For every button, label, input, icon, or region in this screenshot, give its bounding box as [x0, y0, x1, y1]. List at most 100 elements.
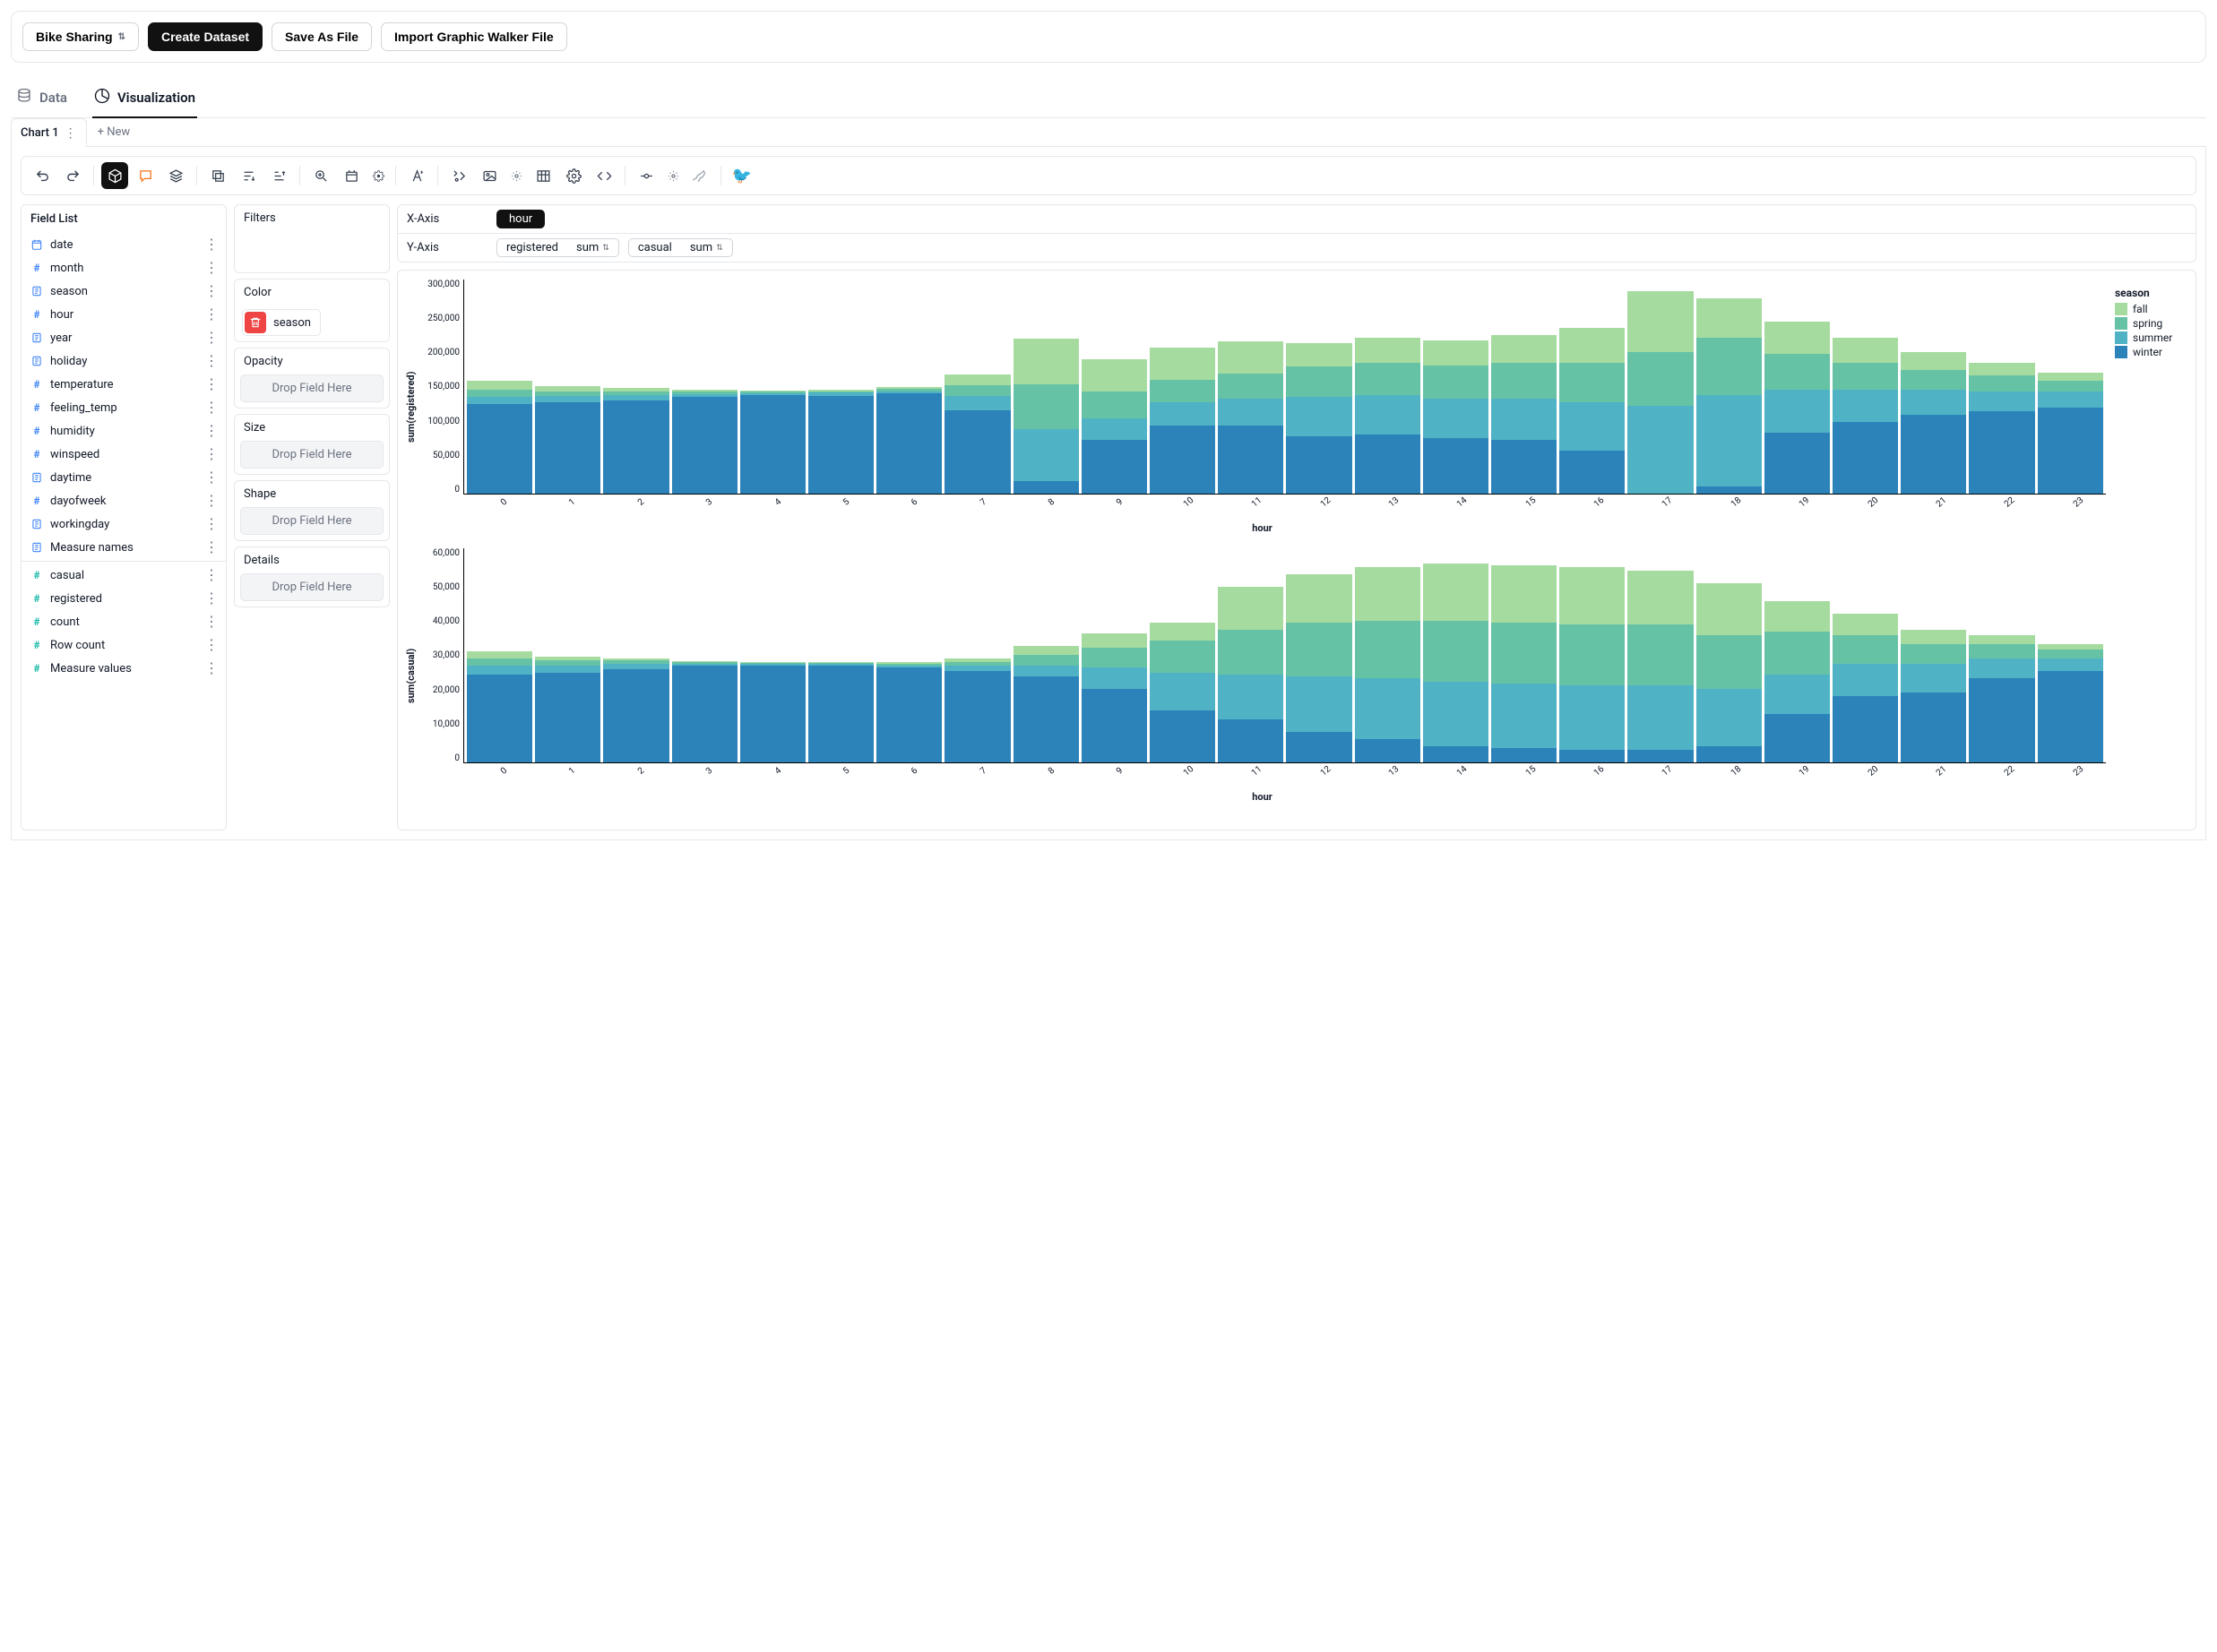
more-vertical-icon[interactable]: ⋮	[65, 127, 77, 140]
bar-segment-fall[interactable]	[1014, 339, 1079, 383]
new-chart-tab[interactable]: + New	[87, 118, 142, 146]
format-button[interactable]	[403, 162, 430, 189]
more-vertical-icon[interactable]: ⋮	[204, 540, 219, 555]
bar-segment-spring[interactable]	[1901, 644, 1966, 664]
more-vertical-icon[interactable]: ⋮	[204, 284, 219, 298]
field-row[interactable]: #Row count⋮	[22, 633, 226, 657]
bar-segment-summer[interactable]	[1764, 675, 1830, 714]
sort-asc-button[interactable]	[235, 162, 262, 189]
y-chip-casual[interactable]: casual sum⇅	[628, 238, 733, 257]
bar-segment-spring[interactable]	[2038, 650, 2103, 658]
save-as-file-button[interactable]: Save As File	[272, 22, 372, 51]
bar-segment-spring[interactable]	[1150, 641, 1215, 673]
bar-segment-spring[interactable]	[1218, 374, 1283, 399]
bar-segment-fall[interactable]	[1833, 614, 1898, 635]
bar-segment-spring[interactable]	[1082, 391, 1147, 418]
bar-segment-summer[interactable]	[1355, 678, 1420, 739]
field-row[interactable]: #hour⋮	[22, 303, 226, 326]
bar-segment-spring[interactable]	[1833, 363, 1898, 390]
bar-segment-spring[interactable]	[1014, 384, 1079, 429]
chart-tab-1[interactable]: Chart 1 ⋮	[11, 118, 87, 147]
x-axis-row[interactable]: X-Axis hour	[398, 205, 2195, 233]
bar-segment-spring[interactable]	[1969, 375, 2034, 391]
y-axis-row[interactable]: Y-Axis registered sum⇅ casual sum⇅	[398, 233, 2195, 262]
bar-segment-fall[interactable]	[1423, 564, 1488, 621]
bar-segment-fall[interactable]	[1627, 571, 1693, 624]
field-row[interactable]: workingday⋮	[22, 512, 226, 536]
bar-segment-summer[interactable]	[1286, 397, 1351, 436]
bar-segment-summer[interactable]	[1150, 402, 1215, 426]
undo-button[interactable]	[29, 162, 56, 189]
bar-segment-summer[interactable]	[1833, 664, 1898, 696]
bar-segment-fall[interactable]	[1150, 348, 1215, 380]
sort-desc-button[interactable]	[265, 162, 292, 189]
bar-segment-fall[interactable]	[1696, 583, 1762, 635]
field-row[interactable]: #registered⋮	[22, 587, 226, 610]
bar-segment-spring[interactable]	[1696, 338, 1762, 395]
bar[interactable]	[1696, 298, 1762, 494]
bar-segment-spring[interactable]	[1286, 366, 1351, 397]
filters-shelf[interactable]: Filters	[234, 204, 390, 273]
bar-segment-spring[interactable]	[1218, 630, 1283, 675]
bar-segment-fall[interactable]	[1218, 587, 1283, 630]
bar-segment-fall[interactable]	[945, 374, 1010, 385]
bar-segment-fall[interactable]	[1082, 633, 1147, 648]
bar-segment-fall[interactable]	[2038, 373, 2103, 382]
more-vertical-icon[interactable]: ⋮	[204, 354, 219, 368]
bar-segment-summer[interactable]	[1491, 399, 1557, 440]
more-vertical-icon[interactable]: ⋮	[204, 424, 219, 438]
bar[interactable]	[1559, 567, 1625, 762]
bar-segment-fall[interactable]	[1764, 322, 1830, 354]
bar-segment-summer[interactable]	[1969, 391, 2034, 411]
bar-segment-summer[interactable]	[1082, 418, 1147, 440]
bar-segment-spring[interactable]	[1355, 363, 1420, 395]
tab-data[interactable]: Data	[14, 79, 69, 118]
bar-segment-spring[interactable]	[945, 385, 1010, 396]
redo-button[interactable]	[59, 162, 86, 189]
bar-segment-summer[interactable]	[1286, 676, 1351, 732]
bar-segment-spring[interactable]	[1833, 635, 1898, 664]
trash-icon[interactable]	[245, 312, 266, 333]
bar-segment-spring[interactable]	[1969, 644, 2034, 658]
bar-segment-spring[interactable]	[1082, 648, 1147, 667]
bar-segment-fall[interactable]	[1901, 630, 1966, 644]
bar-segment-summer[interactable]	[1764, 390, 1830, 433]
bar-segment-fall[interactable]	[1286, 574, 1351, 623]
bar[interactable]	[1559, 328, 1625, 494]
field-row[interactable]: holiday⋮	[22, 349, 226, 373]
size-dropzone[interactable]: Drop Field Here	[240, 441, 384, 469]
bar-segment-summer[interactable]	[1559, 685, 1625, 750]
bar-segment-spring[interactable]	[1355, 621, 1420, 678]
bar[interactable]	[1218, 587, 1283, 762]
more-vertical-icon[interactable]: ⋮	[204, 517, 219, 531]
bar-segment-summer[interactable]	[535, 666, 600, 673]
more-vertical-icon[interactable]: ⋮	[204, 307, 219, 322]
import-file-button[interactable]: Import Graphic Walker File	[381, 22, 567, 51]
bar-segment-summer[interactable]	[1218, 675, 1283, 719]
more-vertical-icon[interactable]: ⋮	[204, 237, 219, 252]
bar-segment-summer[interactable]	[1696, 395, 1762, 486]
shape-dropzone[interactable]: Drop Field Here	[240, 507, 384, 535]
field-row[interactable]: season⋮	[22, 280, 226, 303]
y-chip-registered[interactable]: registered sum⇅	[496, 238, 619, 257]
more-vertical-icon[interactable]: ⋮	[204, 377, 219, 391]
color-pill[interactable]: season	[242, 309, 321, 336]
bar[interactable]	[1833, 338, 1898, 494]
bar-segment-spring[interactable]	[467, 390, 532, 397]
code-button[interactable]	[591, 162, 617, 189]
more-vertical-icon[interactable]: ⋮	[204, 470, 219, 485]
bar[interactable]	[1014, 339, 1079, 494]
opacity-shelf[interactable]: Opacity Drop Field Here	[234, 348, 390, 409]
bar-segment-spring[interactable]	[1286, 623, 1351, 676]
bar[interactable]	[1764, 322, 1830, 494]
bar[interactable]	[1627, 571, 1693, 762]
field-row[interactable]: Measure names⋮	[22, 536, 226, 559]
bar-segment-summer[interactable]	[1901, 390, 1966, 415]
bar-segment-summer[interactable]	[2038, 658, 2103, 671]
bar-segment-summer[interactable]	[1696, 689, 1762, 746]
layout-button[interactable]	[338, 162, 365, 189]
bar-segment-summer[interactable]	[467, 666, 532, 675]
bird-icon[interactable]: 🐦	[729, 162, 755, 189]
bar-segment-fall[interactable]	[467, 651, 532, 658]
bar-segment-summer[interactable]	[1150, 673, 1215, 710]
